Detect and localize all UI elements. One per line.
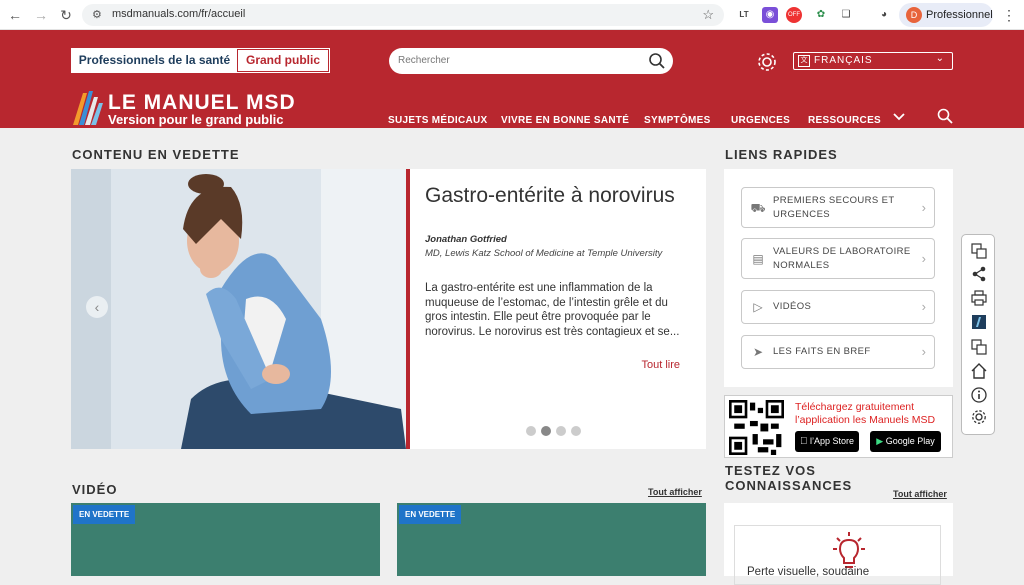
home-icon[interactable] [971, 363, 987, 379]
search-icon[interactable] [648, 52, 666, 70]
menu-more-chevron-icon[interactable] [892, 110, 906, 124]
quick-link-videos[interactable]: ▷ VIDÉOS › [741, 290, 935, 324]
audience-pro-link[interactable]: Professionnels de la santé [72, 49, 237, 72]
menu-item-sujets-medicaux[interactable]: SUJETS MÉDICAUX [388, 115, 488, 126]
profile-label: Professionnel [926, 9, 993, 21]
forward-icon[interactable]: → [32, 6, 50, 24]
search-input[interactable]: Rechercher [389, 48, 673, 74]
floating-toolbar [961, 234, 995, 435]
search-placeholder: Rechercher [398, 55, 450, 66]
translate-icon: 文 [798, 55, 810, 67]
carousel-dot[interactable] [556, 426, 566, 436]
menu-item-vivre-en-bonne-sante[interactable]: VIVRE EN BONNE SANTÉ [501, 115, 629, 126]
logo-subtitle: Version pour le grand public [108, 112, 284, 127]
app-promo-line1: Téléchargez gratuitement [795, 401, 915, 413]
gear-icon[interactable] [756, 51, 778, 73]
quick-link-label: VALEURS DE LABORATOIRE NORMALES [773, 246, 911, 271]
url-text: msdmanuals.com/fr/accueil [112, 8, 246, 20]
featured-badge: EN VEDETTE [399, 505, 462, 524]
menu-item-urgences[interactable]: URGENCES [731, 115, 790, 126]
featured-section-title: CONTENU EN VEDETTE [72, 147, 240, 162]
app-store-button[interactable]:  l’App Store [795, 431, 859, 452]
msd-logo-icon[interactable] [71, 89, 105, 127]
bookmark-star-icon[interactable]: ☆ [702, 7, 714, 23]
translate-icon[interactable] [971, 243, 987, 259]
print-icon[interactable] [971, 290, 987, 306]
quick-links-title: LIENS RAPIDES [725, 147, 838, 162]
featured-author: Jonathan Gotfried [425, 234, 507, 245]
address-bar[interactable]: ⚙ msdmanuals.com/fr/accueil ☆ [82, 4, 724, 26]
app-store-label: l’App Store [804, 436, 854, 446]
carousel-dot-active[interactable] [541, 426, 551, 436]
quick-links-panel: ⛟ PREMIERS SECOURS ET URGENCES › ▤ VALEU… [724, 169, 953, 387]
video-card[interactable]: EN VEDETTE [397, 503, 706, 576]
msd-app-icon[interactable] [971, 314, 987, 330]
adblock-extension-icon[interactable]: OFF [786, 7, 802, 23]
video-section-title: VIDÉO [72, 482, 118, 497]
chrome-sync-icon[interactable]: ◕ [876, 7, 892, 23]
woman-stomach-pain-illustration [71, 169, 406, 449]
chevron-right-icon: › [921, 299, 926, 314]
audience-switch: Professionnels de la santé Grand public [71, 48, 330, 73]
quick-link-facts[interactable]: ➤ LES FAITS EN BREF › [741, 335, 935, 369]
featured-badge: EN VEDETTE [73, 505, 136, 524]
menu-item-symptomes[interactable]: SYMPTÔMES [644, 115, 711, 126]
chevron-right-icon: › [921, 251, 926, 266]
quick-link-first-aid[interactable]: ⛟ PREMIERS SECOURS ET URGENCES › [741, 187, 935, 228]
quick-link-lab-values[interactable]: ▤ VALEURS DE LABORATOIRE NORMALES › [741, 238, 935, 279]
play-icon: ▷ [753, 300, 763, 314]
menu-search-icon[interactable] [937, 108, 953, 124]
carousel-prev-arrow-icon[interactable]: ‹ [86, 296, 108, 318]
app-promo-text: Téléchargez gratuitement l’application l… [795, 401, 935, 427]
featured-image[interactable] [71, 169, 406, 449]
back-icon[interactable]: ← [6, 6, 24, 24]
video-card[interactable]: EN VEDETTE [71, 503, 380, 576]
quick-link-label: PREMIERS SECOURS ET URGENCES [773, 195, 895, 220]
ambulance-icon: ⛟ [750, 201, 766, 215]
featured-summary: La gastro-entérite est une inflammation … [425, 282, 680, 338]
languagetool-extension-icon[interactable]: LT [736, 7, 752, 23]
settings-gear-icon[interactable] [971, 409, 987, 425]
read-more-link[interactable]: Tout lire [641, 359, 680, 371]
featured-title[interactable]: Gastro-entérite à norovirus [425, 184, 675, 208]
carousel-dot[interactable] [526, 426, 536, 436]
audience-public-link[interactable]: Grand public [237, 49, 329, 72]
camera-extension-icon[interactable]: ◉ [762, 7, 778, 23]
carousel-dot[interactable] [571, 426, 581, 436]
featured-affiliation: MD, Lewis Katz School of Medicine at Tem… [425, 248, 663, 259]
avatar: D [906, 7, 922, 23]
quiz-see-all-link[interactable]: Tout afficher [893, 489, 947, 499]
video-see-all-link[interactable]: Tout afficher [648, 487, 702, 497]
view-switch-icon[interactable] [971, 339, 987, 355]
frog-extension-icon[interactable]: ✿ [813, 7, 829, 23]
chevron-right-icon: › [921, 200, 926, 215]
megaphone-icon: ➤ [752, 345, 764, 359]
lab-report-icon: ▤ [752, 252, 764, 266]
qr-code-icon [729, 400, 784, 455]
featured-card: Gastro-entérite à norovirus Jonathan Got… [410, 169, 706, 449]
language-select[interactable]: 文 FRANÇAIS ⌄ [793, 52, 953, 70]
app-promo-banner[interactable]: Téléchargez gratuitement l’application l… [724, 395, 953, 458]
browser-toolbar: ← → ↻ ⚙ msdmanuals.com/fr/accueil ☆ LT ◉… [0, 0, 1024, 30]
quiz-section-title: TESTEZ VOS CONNAISSANCES [725, 463, 853, 493]
quiz-question[interactable]: Perte visuelle, soudaine [747, 566, 869, 578]
google-play-button[interactable]: ▶ Google Play [870, 431, 941, 452]
quick-link-label: VIDÉOS [773, 301, 812, 312]
browser-menu-icon[interactable]: ⋮ [1001, 7, 1017, 23]
apple-icon:  [800, 436, 808, 447]
share-icon[interactable] [971, 266, 987, 282]
app-promo-line2: l’application les Manuels MSD [795, 414, 936, 426]
google-play-label: Google Play [885, 436, 935, 446]
menu-item-ressources[interactable]: RESSOURCES [808, 115, 881, 126]
chevron-right-icon: › [921, 344, 926, 359]
language-label: FRANÇAIS [814, 55, 873, 66]
chevron-down-icon: ⌄ [935, 53, 944, 64]
extensions-puzzle-icon[interactable]: ❑ [838, 7, 854, 23]
google-play-icon: ▶ [876, 436, 884, 446]
info-icon[interactable] [971, 387, 987, 403]
site-info-icon[interactable]: ⚙ [92, 8, 102, 21]
profile-button[interactable]: D Professionnel [899, 3, 993, 27]
reload-icon[interactable]: ↻ [57, 6, 75, 24]
quick-link-label: LES FAITS EN BREF [773, 346, 871, 357]
